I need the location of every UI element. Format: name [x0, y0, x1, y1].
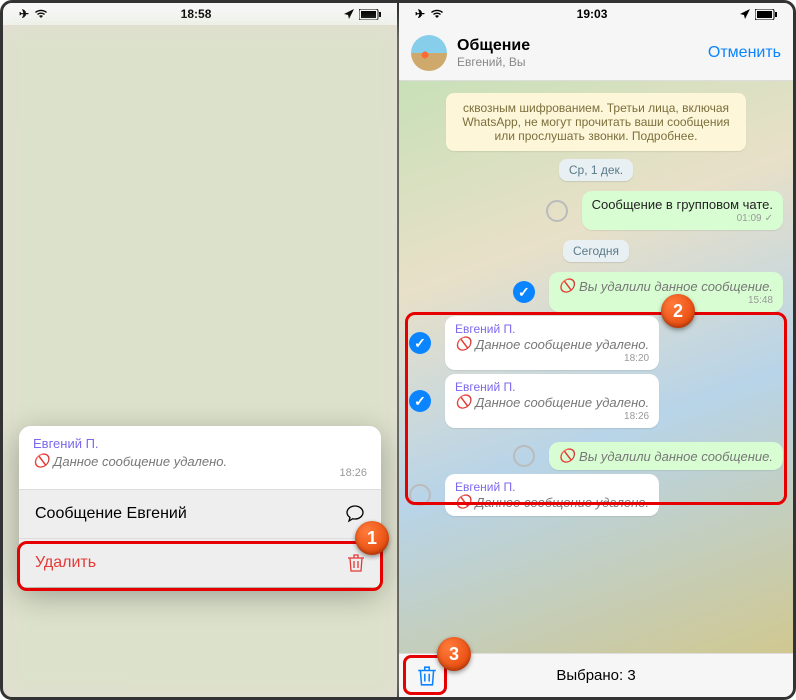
chat-title[interactable]: Общение	[457, 37, 708, 55]
menu-reply[interactable]: Сообщение Евгений	[19, 490, 381, 539]
message-time: 01:09	[737, 213, 762, 224]
check-icon: ✓	[765, 213, 773, 224]
wifi-icon	[34, 9, 48, 19]
cancel-button[interactable]: Отменить	[708, 44, 781, 62]
message-text: Сообщение в групповом чате.	[592, 197, 773, 212]
encryption-notice[interactable]: сквозным шифрованием. Третьи лица, включ…	[446, 93, 746, 151]
status-time: 19:03	[577, 7, 608, 21]
highlight-box-2	[405, 312, 787, 505]
location-icon	[344, 9, 354, 19]
chat-header: Общение Евгений, Вы Отменить	[399, 25, 793, 81]
selection-count: Выбрано: 3	[556, 667, 635, 684]
blurred-chat-background	[3, 25, 397, 697]
annotation-badge-3: 3	[437, 637, 471, 671]
battery-icon	[755, 9, 777, 20]
sender-name: Евгений П.	[33, 436, 367, 451]
location-icon	[740, 9, 750, 19]
quoted-message: Евгений П. 🚫 Данное сообщение удалено. 1…	[19, 426, 381, 489]
wifi-icon	[430, 9, 444, 19]
menu-reply-label: Сообщение Евгений	[35, 505, 187, 523]
select-radio-checked[interactable]	[513, 281, 535, 303]
airplane-icon: ✈︎	[415, 7, 425, 21]
highlight-box-1	[17, 541, 383, 591]
annotation-badge-1: 1	[355, 521, 389, 555]
date-pill: Сегодня	[563, 240, 629, 262]
annotation-badge-2: 2	[661, 294, 695, 328]
date-pill: Ср, 1 дек.	[559, 159, 633, 181]
status-bar: ✈︎ 19:03	[399, 3, 793, 25]
message-time: 15:48	[748, 295, 773, 306]
prohibited-icon: 🚫	[33, 453, 49, 469]
status-time: 18:58	[181, 7, 212, 21]
airplane-icon: ✈︎	[19, 7, 29, 21]
prohibited-icon: 🚫	[559, 278, 575, 294]
battery-icon	[359, 9, 381, 20]
message-time: 18:26	[33, 467, 367, 479]
message-outgoing[interactable]: Сообщение в групповом чате. 01:09✓	[582, 191, 783, 230]
speech-bubble-icon	[345, 504, 365, 524]
chat-subtitle: Евгений, Вы	[457, 55, 708, 69]
group-avatar[interactable]	[411, 35, 447, 71]
select-radio[interactable]	[546, 200, 568, 222]
deleted-text: Данное сообщение удалено.	[53, 454, 227, 469]
status-bar: ✈︎ 18:58	[3, 3, 397, 25]
message-text: Вы удалили данное сообщение.	[579, 279, 773, 294]
